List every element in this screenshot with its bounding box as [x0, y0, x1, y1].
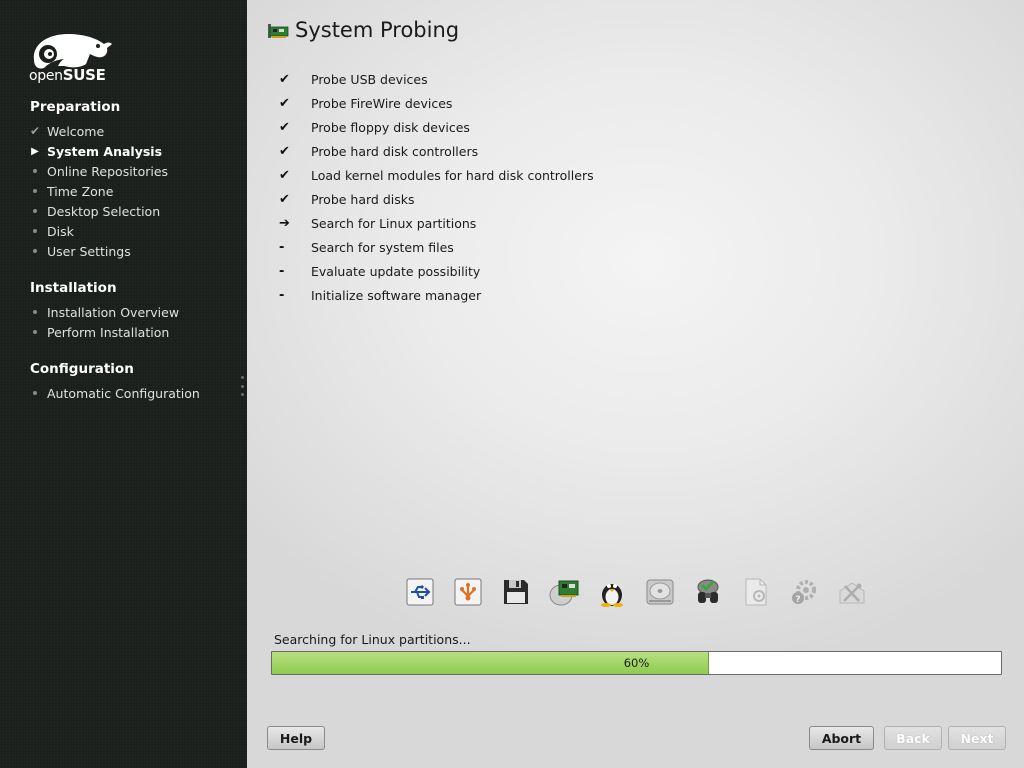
sidebar-item-online-repositories[interactable]: Online Repositories	[47, 164, 168, 179]
step-label: Search for Linux partitions	[311, 215, 477, 231]
done-check-icon: ✔	[279, 95, 290, 111]
step-label: Probe hard disk controllers	[311, 143, 479, 159]
sidebar-item-disk[interactable]: Disk	[47, 224, 74, 239]
done-check-icon: ✔	[279, 143, 290, 159]
bullet-icon	[30, 205, 40, 217]
step-item: - Initialize software manager	[279, 286, 481, 304]
step-item: ✔ Probe floppy disk devices	[279, 118, 470, 136]
sidebar-item-automatic-configuration[interactable]: Automatic Configuration	[47, 386, 200, 401]
main-panel: System Probing ✔ Probe USB devices ✔ Pro…	[247, 0, 1024, 768]
done-check-icon: ✔	[279, 119, 290, 135]
next-button[interactable]: Next	[948, 726, 1006, 750]
binoculars-icon	[693, 576, 723, 608]
back-button-label: Back	[896, 730, 930, 746]
bullet-icon	[30, 387, 40, 399]
firewire-icon	[453, 576, 483, 608]
step-item: ✔ Probe FireWire devices	[279, 94, 452, 112]
help-button[interactable]: Help	[267, 726, 325, 750]
section-title-installation: Installation	[30, 280, 117, 296]
section-title-preparation: Preparation	[30, 99, 121, 115]
sidebar-item-time-zone[interactable]: Time Zone	[47, 184, 113, 199]
sidebar: openSUSE Preparation ✔ Welcome ▶ System …	[0, 0, 247, 768]
bullet-icon	[30, 245, 40, 257]
sidebar-item-installation-overview[interactable]: Installation Overview	[47, 305, 179, 320]
bullet-icon	[30, 306, 40, 318]
step-label: Evaluate update possibility	[311, 263, 481, 279]
step-label: Load kernel modules for hard disk contro…	[311, 167, 594, 183]
step-item-current: ➔ Search for Linux partitions	[279, 214, 476, 232]
floppy-disk-icon	[501, 576, 531, 608]
step-item: ✔ Probe USB devices	[279, 70, 428, 88]
step-item: - Search for system files	[279, 238, 454, 256]
progress-label: 60%	[623, 656, 650, 670]
done-check-icon: ✔	[29, 124, 41, 138]
step-label: Search for system files	[311, 239, 454, 255]
abort-button[interactable]: Abort	[809, 726, 874, 750]
sidebar-item-welcome[interactable]: Welcome	[47, 124, 104, 139]
bullet-icon	[30, 185, 40, 197]
sidebar-item-desktop-selection[interactable]: Desktop Selection	[47, 204, 160, 219]
system-file-icon	[741, 576, 771, 608]
software-tools-icon	[837, 576, 867, 608]
help-button-label: Help	[279, 730, 313, 746]
sidebar-resize-handle[interactable]	[240, 376, 244, 396]
step-item: ✔ Probe hard disk controllers	[279, 142, 478, 160]
step-label: Probe floppy disk devices	[311, 119, 470, 135]
bullet-icon	[30, 326, 40, 338]
hardware-card-icon	[268, 24, 289, 38]
linux-tux-icon	[597, 576, 627, 608]
bullet-icon	[30, 225, 40, 237]
back-button[interactable]: Back	[884, 726, 942, 750]
step-label: Initialize software manager	[311, 287, 482, 303]
usb-icon	[405, 576, 435, 608]
done-check-icon: ✔	[279, 167, 290, 183]
pending-dash-icon: -	[279, 263, 285, 279]
pending-dash-icon: -	[279, 287, 285, 303]
current-arrow-icon: ▶	[31, 145, 39, 157]
probe-icon-strip: ?	[405, 576, 867, 610]
sidebar-item-system-analysis[interactable]: System Analysis	[47, 144, 162, 159]
current-arrow-icon: ➔	[279, 215, 290, 231]
done-check-icon: ✔	[279, 191, 290, 207]
done-check-icon: ✔	[279, 71, 290, 87]
svg-text:?: ?	[795, 595, 800, 605]
step-label: Probe hard disks	[311, 191, 415, 207]
page-title: System Probing	[295, 18, 460, 42]
hard-disk-icon	[645, 576, 675, 608]
step-label: Probe FireWire devices	[311, 95, 453, 111]
sidebar-item-perform-installation[interactable]: Perform Installation	[47, 325, 169, 340]
step-item: ✔ Probe hard disks	[279, 190, 415, 208]
pending-dash-icon: -	[279, 239, 285, 255]
bullet-icon	[30, 165, 40, 177]
step-label: Probe USB devices	[311, 71, 428, 87]
step-item: ✔ Load kernel modules for hard disk cont…	[279, 166, 594, 184]
abort-button-label: Abort	[821, 730, 862, 746]
update-gear-icon: ?	[789, 576, 819, 608]
section-title-configuration: Configuration	[30, 361, 134, 377]
sidebar-item-user-settings[interactable]: User Settings	[47, 244, 131, 259]
opensuse-logo-text: openSUSE	[29, 66, 106, 84]
disk-controller-icon	[549, 576, 579, 608]
next-button-label: Next	[960, 730, 994, 746]
step-item: - Evaluate update possibility	[279, 262, 480, 280]
status-text: Searching for Linux partitions...	[274, 632, 471, 647]
progress-bar: 60%	[271, 651, 1002, 675]
